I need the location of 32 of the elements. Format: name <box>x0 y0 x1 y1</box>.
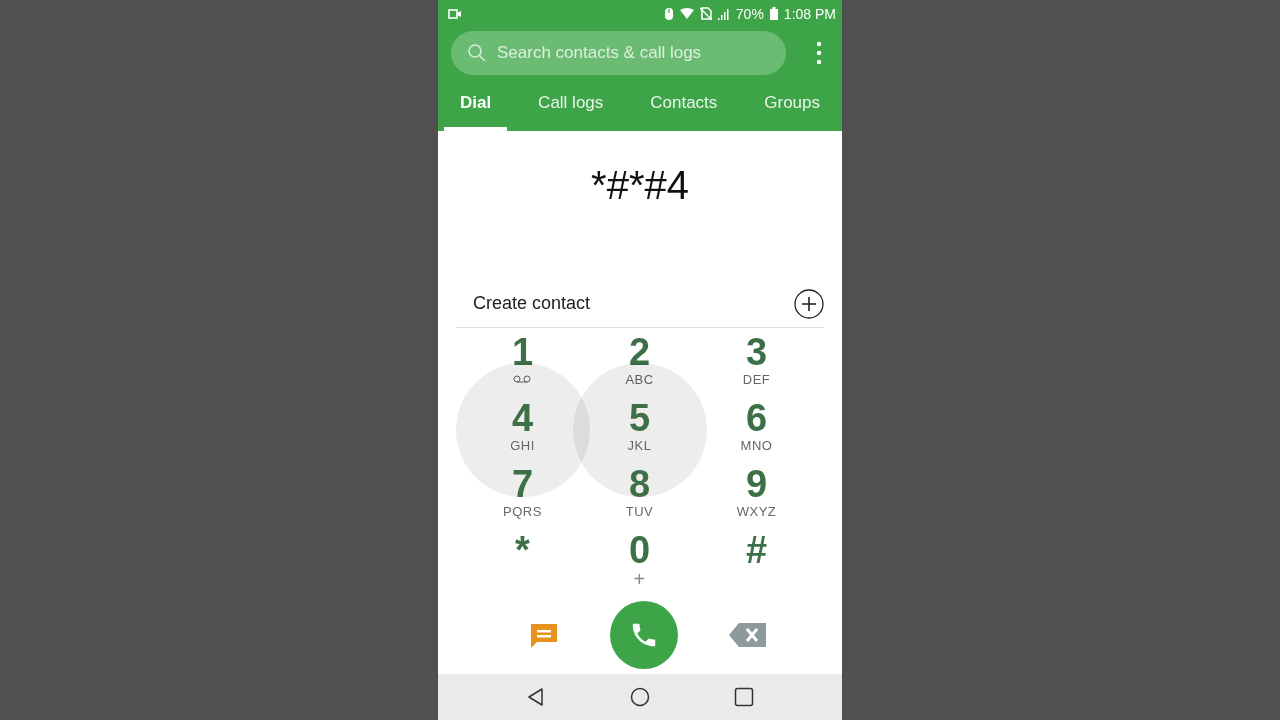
dial-key[interactable]: # <box>735 530 778 591</box>
dial-key[interactable]: 0 + <box>618 530 661 591</box>
video-camera-icon <box>448 7 462 20</box>
add-icon <box>794 288 824 319</box>
no-sim-icon <box>699 7 712 21</box>
mouse-icon <box>663 6 674 21</box>
search-field[interactable]: Search contacts & call logs <box>451 30 786 75</box>
recent-apps-icon[interactable] <box>734 687 754 708</box>
dialed-number: *#*#4 <box>591 162 689 208</box>
more-options-icon[interactable] <box>816 40 822 65</box>
signal-icon <box>717 7 730 20</box>
backspace-icon[interactable] <box>728 622 767 649</box>
dial-key[interactable]: 3 DEF <box>732 332 781 393</box>
dial-key[interactable]: 7 PQRS <box>493 464 552 525</box>
dial-key[interactable]: 5 JKL <box>617 398 662 459</box>
wifi-icon <box>679 8 694 20</box>
home-icon[interactable] <box>630 687 650 708</box>
dial-key[interactable]: * <box>505 530 540 591</box>
dial-key[interactable]: 4 GHI <box>500 398 545 459</box>
dial-key[interactable]: 8 TUV <box>615 464 664 525</box>
back-icon[interactable] <box>526 687 546 708</box>
battery-icon <box>769 7 778 21</box>
voicemail-icon <box>513 375 532 384</box>
create-contact-label: Create contact <box>473 293 591 315</box>
dial-key[interactable]: 9 WXYZ <box>726 464 787 525</box>
dial-key[interactable]: 1 <box>501 332 544 393</box>
create-contact-row[interactable]: Create contact <box>456 280 824 329</box>
tab[interactable]: Dial <box>444 77 508 132</box>
dial-key[interactable]: 6 MNO <box>730 398 783 459</box>
dial-key[interactable]: 2 ABC <box>615 332 664 393</box>
clock: 1:08 PM <box>783 5 836 22</box>
battery-percent: 70% <box>735 5 764 22</box>
